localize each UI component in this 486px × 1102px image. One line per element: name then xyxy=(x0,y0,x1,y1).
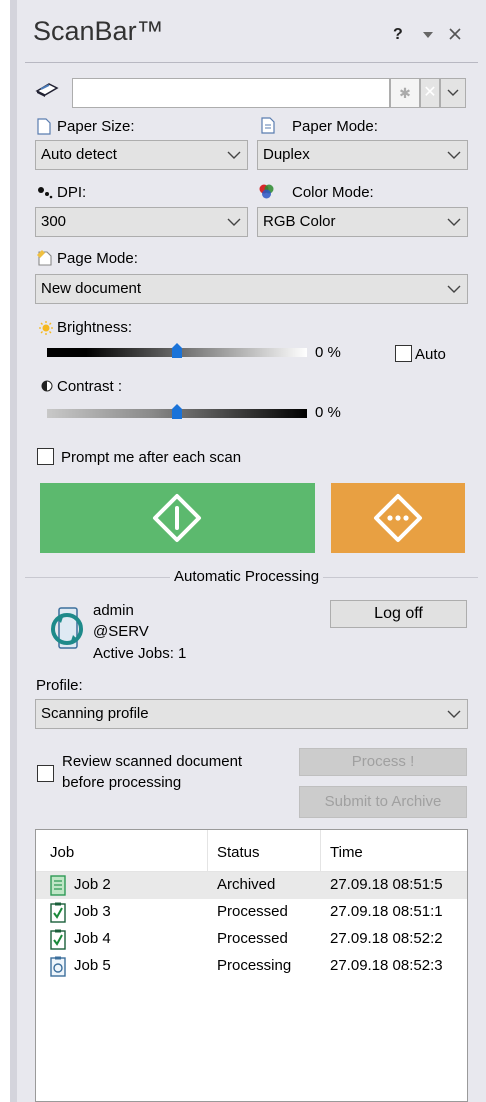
contrast-icon xyxy=(41,380,53,392)
job-status: Processed xyxy=(217,903,288,920)
contrast-label: Contrast : xyxy=(57,378,123,395)
paper-mode-value: Duplex xyxy=(263,146,310,163)
jobs-table-header: Job Status Time xyxy=(36,830,467,872)
contrast-slider-thumb[interactable] xyxy=(171,403,183,420)
scanner-select-input[interactable] xyxy=(72,78,390,108)
close-icon[interactable] xyxy=(449,28,461,40)
header-divider xyxy=(25,62,478,63)
job-time: 27.09.18 08:51:5 xyxy=(330,876,443,893)
brightness-value: 0 % xyxy=(315,344,341,361)
processed-job-icon xyxy=(50,902,66,923)
color-mode-value: RGB Color xyxy=(263,213,336,230)
processing-job-icon xyxy=(50,956,66,977)
brightness-auto-label: Auto xyxy=(415,346,446,363)
dpi-value: 300 xyxy=(41,213,67,230)
process-button[interactable]: Process ! xyxy=(299,748,467,776)
user-name: admin xyxy=(93,602,134,619)
profile-select[interactable]: Scanning profile xyxy=(35,699,468,729)
job-time: 27.09.18 08:51:1 xyxy=(330,903,443,920)
dropdown-menu-icon[interactable] xyxy=(422,30,434,40)
dpi-label: DPI: xyxy=(57,184,87,201)
page-mode-value: New document xyxy=(41,280,142,297)
dpi-icon xyxy=(38,187,53,199)
job-status: Processed xyxy=(217,930,288,947)
color-mode-icon xyxy=(259,184,274,199)
prompt-checkbox[interactable] xyxy=(37,448,54,465)
server-name: @SERV xyxy=(93,623,149,640)
column-header-status[interactable]: Status xyxy=(217,844,260,861)
processed-job-icon xyxy=(50,929,66,950)
help-button[interactable]: ? xyxy=(393,26,403,44)
paper-size-select[interactable]: Auto detect xyxy=(35,140,248,170)
table-row[interactable]: Job 3 Processed 27.09.18 08:51:1 xyxy=(36,899,467,926)
review-checkbox[interactable] xyxy=(37,765,54,782)
job-time: 27.09.18 08:52:2 xyxy=(330,930,443,947)
jobs-table[interactable]: Job Status Time Job 2 Archived 27.09.18 … xyxy=(35,829,468,1102)
table-row[interactable]: Job 4 Processed 27.09.18 08:52:2 xyxy=(36,926,467,953)
job-time: 27.09.18 08:52:3 xyxy=(330,957,443,974)
chevron-down-icon xyxy=(447,285,461,293)
job-name: Job 5 xyxy=(74,957,111,974)
brightness-auto-checkbox[interactable] xyxy=(395,345,412,362)
scanbar-panel: ScanBar™ ? ✱ ✕ Paper Size: Paper Mode: A… xyxy=(17,0,486,1102)
chevron-down-icon xyxy=(447,151,461,159)
profile-value: Scanning profile xyxy=(41,705,149,722)
table-row[interactable]: Job 5 Processing 27.09.18 08:52:3 xyxy=(36,953,467,980)
job-status: Archived xyxy=(217,876,276,893)
chevron-down-icon xyxy=(447,710,461,718)
paper-size-icon xyxy=(37,118,51,135)
scanner-dropdown-button[interactable] xyxy=(440,78,466,108)
review-label-line1: Review scanned document xyxy=(62,753,243,770)
contrast-value: 0 % xyxy=(315,404,341,421)
scanner-icon xyxy=(35,83,59,97)
brightness-label: Brightness: xyxy=(57,319,133,336)
chevron-down-icon xyxy=(227,151,241,159)
chevron-down-icon xyxy=(447,218,461,226)
color-mode-label: Color Mode: xyxy=(292,184,374,201)
server-user-icon xyxy=(51,607,83,649)
submit-to-archive-button[interactable]: Submit to Archive xyxy=(299,786,467,818)
color-mode-select[interactable]: RGB Color xyxy=(257,207,468,237)
review-label-line2: before processing xyxy=(62,774,182,791)
job-status: Processing xyxy=(217,957,292,974)
scan-start-icon xyxy=(153,494,201,542)
paper-mode-icon xyxy=(261,117,275,134)
panel-title: ScanBar™ xyxy=(33,16,164,46)
paper-size-label: Paper Size: xyxy=(57,118,135,135)
table-row[interactable]: Job 2 Archived 27.09.18 08:51:5 xyxy=(36,872,467,899)
clear-icon[interactable]: ✕ xyxy=(420,78,440,108)
column-header-job[interactable]: Job xyxy=(50,844,74,861)
archived-job-icon xyxy=(50,875,66,896)
job-name: Job 2 xyxy=(74,876,111,893)
prompt-label: Prompt me after each scan xyxy=(61,449,242,466)
column-header-time[interactable]: Time xyxy=(330,844,363,861)
paper-size-value: Auto detect xyxy=(41,146,117,163)
page-mode-icon xyxy=(37,250,52,266)
chevron-down-icon xyxy=(447,89,459,96)
brightness-icon xyxy=(39,321,53,335)
brightness-slider-thumb[interactable] xyxy=(171,342,183,359)
chevron-down-icon xyxy=(227,218,241,226)
log-off-button[interactable]: Log off xyxy=(330,600,467,628)
paper-mode-label: Paper Mode: xyxy=(292,118,378,135)
column-divider xyxy=(207,830,208,871)
scan-options-button[interactable] xyxy=(331,483,465,553)
job-name: Job 4 xyxy=(74,930,111,947)
active-jobs-count: Active Jobs: 1 xyxy=(93,645,187,662)
scan-options-icon xyxy=(374,494,422,542)
automatic-processing-title: Automatic Processing xyxy=(170,568,324,585)
profile-label: Profile: xyxy=(36,677,83,694)
page-mode-select[interactable]: New document xyxy=(35,274,468,304)
asterisk-icon[interactable]: ✱ xyxy=(390,78,420,108)
dpi-select[interactable]: 300 xyxy=(35,207,248,237)
column-divider xyxy=(320,830,321,871)
page-mode-label: Page Mode: xyxy=(57,250,138,267)
scan-button[interactable] xyxy=(40,483,315,553)
paper-mode-select[interactable]: Duplex xyxy=(257,140,468,170)
job-name: Job 3 xyxy=(74,903,111,920)
